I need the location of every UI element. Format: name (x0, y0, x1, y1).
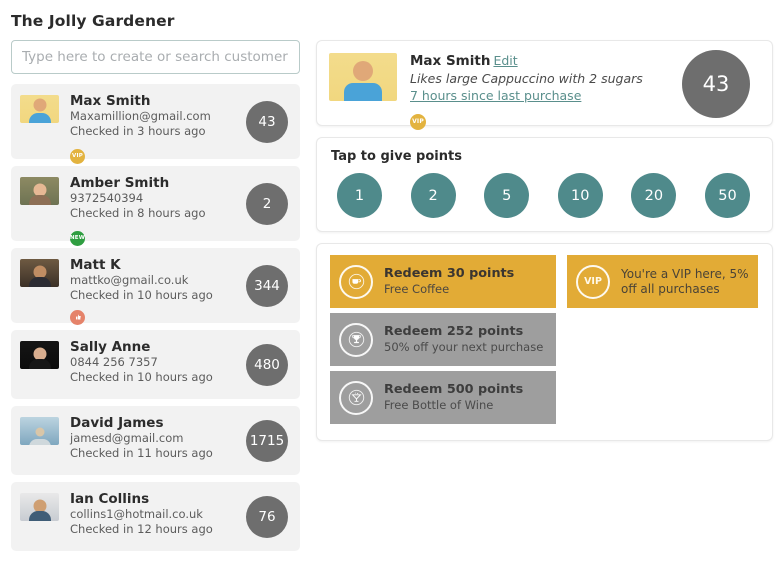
customer-info: Ian Collins collins1@hotmail.co.uk Check… (70, 490, 246, 537)
give-points-button-5[interactable]: 5 (484, 173, 530, 218)
avatar (20, 259, 59, 287)
give-points-button-2[interactable]: 2 (410, 173, 456, 218)
avatar (20, 493, 59, 521)
reward-subtitle: Free Bottle of Wine (384, 398, 494, 412)
badge-row (70, 306, 246, 325)
customer-list[interactable]: Max Smith Maxamillion@gmail.com Checked … (11, 84, 300, 551)
customer-checkin: Checked in 12 hours ago (70, 522, 213, 536)
customer-contact: jamesd@gmail.com (70, 431, 184, 445)
main-columns: Max Smith Maxamillion@gmail.com Checked … (0, 40, 779, 551)
points-balance: 1715 (246, 419, 288, 462)
customer-checkin: Checked in 3 hours ago (70, 124, 206, 138)
coffee-cup-icon (339, 264, 373, 299)
avatar (20, 177, 59, 205)
profile-points-balance: 43 (682, 50, 750, 118)
reward-item-free-wine[interactable]: Redeem 500 points Free Bottle of Wine (330, 371, 556, 424)
customer-info: David James jamesd@gmail.com Checked in … (70, 414, 246, 461)
vip-perk-card[interactable]: VIP You're a VIP here, 5% off all purcha… (567, 255, 758, 308)
search-input[interactable] (11, 40, 300, 74)
points-balance: 43 (246, 100, 288, 143)
badge-row: VIP (70, 142, 246, 164)
list-item[interactable]: David James jamesd@gmail.com Checked in … (11, 406, 300, 475)
give-points-button-1[interactable]: 1 (337, 173, 382, 218)
edit-link[interactable]: Edit (493, 53, 517, 68)
page-title: The Jolly Gardener (11, 12, 175, 30)
customer-info: Amber Smith 9372540394 Checked in 8 hour… (70, 174, 246, 246)
app-root: The Jolly Gardener Max Smith Maxamillion… (0, 0, 779, 576)
customer-name: Sally Anne (70, 339, 151, 355)
customer-contact: Maxamillion@gmail.com (70, 109, 211, 123)
reward-subtitle: 50% off your next purchase (384, 340, 544, 354)
avatar (20, 341, 59, 369)
avatar (20, 95, 59, 123)
customer-name: Amber Smith (70, 175, 170, 191)
give-points-card: Tap to give points 1 2 5 10 20 50 (316, 137, 773, 232)
list-item[interactable]: Amber Smith 9372540394 Checked in 8 hour… (11, 166, 300, 246)
customer-checkin: Checked in 10 hours ago (70, 288, 213, 302)
customer-checkin: Checked in 10 hours ago (70, 370, 213, 384)
customer-name: Ian Collins (70, 491, 150, 507)
reward-text: Redeem 30 points Free Coffee (384, 266, 514, 297)
reward-text: Redeem 252 points 50% off your next purc… (384, 324, 543, 355)
list-item[interactable]: Matt K mattko@gmail.co.uk Checked in 10 … (11, 248, 300, 325)
customer-info: Matt K mattko@gmail.co.uk Checked in 10 … (70, 256, 246, 325)
reward-title: Redeem 252 points (384, 324, 524, 339)
badge-row: VIP (410, 108, 682, 130)
trophy-icon (339, 322, 373, 357)
customer-contact: mattko@gmail.co.uk (70, 273, 189, 287)
vip-badge-icon: VIP (70, 148, 85, 164)
vip-column: VIP You're a VIP here, 5% off all purcha… (567, 255, 758, 308)
cocktail-glass-icon (339, 380, 373, 415)
vip-badge-icon: VIP (576, 264, 610, 299)
vip-perk-text: You're a VIP here, 5% off all purchases (621, 266, 749, 296)
customer-panel: Max Smith Maxamillion@gmail.com Checked … (0, 40, 310, 551)
vip-badge-icon: VIP (410, 113, 426, 130)
rewards-grid: Redeem 30 points Free Coffee Redeem 252 … (330, 255, 758, 424)
profile-info: Max Smith Edit Likes large Cappuccino wit… (410, 52, 682, 130)
new-badge-icon: NEW (70, 230, 85, 246)
points-balance: 480 (246, 343, 288, 386)
customer-info: Sally Anne 0844 256 7357 Checked in 10 h… (70, 338, 246, 385)
customer-contact: collins1@hotmail.co.uk (70, 507, 203, 521)
profile-avatar (329, 53, 397, 101)
reward-title: Redeem 500 points (384, 382, 524, 397)
customer-contact: 9372540394 (70, 191, 144, 205)
customer-checkin: Checked in 8 hours ago (70, 206, 206, 220)
give-points-title: Tap to give points (331, 149, 462, 164)
list-item[interactable]: Sally Anne 0844 256 7357 Checked in 10 h… (11, 330, 300, 399)
repeat-customer-badge-icon (70, 309, 85, 325)
give-points-button-50[interactable]: 50 (704, 173, 750, 218)
profile-nameline: Max Smith Edit (410, 52, 682, 70)
reward-subtitle: Free Coffee (384, 282, 450, 296)
give-points-button-10[interactable]: 10 (557, 173, 603, 218)
points-balance: 76 (246, 495, 288, 538)
customer-info: Max Smith Maxamillion@gmail.com Checked … (70, 92, 246, 164)
search-wrap (11, 40, 300, 74)
give-points-row: 1 2 5 10 20 50 (331, 173, 758, 218)
detail-panel: Max Smith Edit Likes large Cappuccino wit… (310, 40, 779, 452)
customer-name: David James (70, 415, 164, 431)
customer-checkin: Checked in 11 hours ago (70, 446, 213, 460)
reward-item-half-off[interactable]: Redeem 252 points 50% off your next purc… (330, 313, 556, 366)
list-item[interactable]: Max Smith Maxamillion@gmail.com Checked … (11, 84, 300, 164)
customer-profile-card: Max Smith Edit Likes large Cappuccino wit… (316, 40, 773, 130)
rewards-column: Redeem 30 points Free Coffee Redeem 252 … (330, 255, 556, 424)
points-balance: 2 (246, 182, 288, 225)
rewards-card: Redeem 30 points Free Coffee Redeem 252 … (316, 243, 773, 441)
avatar (20, 417, 59, 445)
reward-text: Redeem 500 points Free Bottle of Wine (384, 382, 523, 413)
profile-name: Max Smith (410, 53, 491, 69)
badge-row: NEW (70, 224, 246, 246)
last-purchase-link[interactable]: 7 hours since last purchase (410, 87, 682, 104)
customer-contact: 0844 256 7357 (70, 355, 158, 369)
customer-name: Matt K (70, 257, 121, 273)
customer-name: Max Smith (70, 93, 151, 109)
reward-title: Redeem 30 points (384, 266, 515, 281)
reward-item-free-coffee[interactable]: Redeem 30 points Free Coffee (330, 255, 556, 308)
give-points-button-20[interactable]: 20 (631, 173, 677, 218)
list-item[interactable]: Ian Collins collins1@hotmail.co.uk Check… (11, 482, 300, 551)
points-balance: 344 (246, 264, 288, 307)
profile-note: Likes large Cappuccino with 2 sugars (410, 71, 643, 86)
